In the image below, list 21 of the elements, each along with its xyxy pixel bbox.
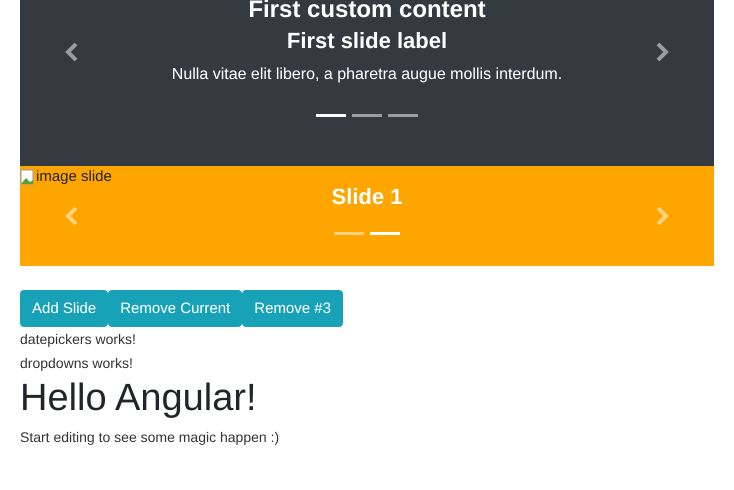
slide-indicator[interactable]	[370, 232, 400, 235]
status-message: dropdowns works!	[20, 354, 134, 373]
status-message: datepickers works!	[20, 330, 137, 349]
slide-indicator[interactable]	[334, 232, 364, 235]
action-button[interactable]: Remove Current	[108, 290, 242, 327]
image-alt-text: image slide	[36, 168, 112, 185]
slide-indicator[interactable]	[316, 114, 346, 117]
broken-image-icon	[20, 168, 36, 184]
chevron-right-icon	[655, 42, 669, 62]
page-heading: Hello Angular!	[20, 376, 258, 421]
slide-caption-title: Slide 1	[332, 183, 402, 211]
slide-caption-title: First slide label	[286, 27, 448, 55]
chevron-right-icon	[655, 206, 669, 226]
chevron-left-icon	[65, 42, 79, 62]
chevron-left-icon	[65, 206, 79, 226]
slide-indicator[interactable]	[388, 114, 418, 117]
slide-caption-text: Nulla vitae elit libero, a pharetra augue mollis interdum.	[172, 66, 562, 84]
action-button[interactable]: Remove #3	[242, 290, 343, 327]
slide-indicator[interactable]	[352, 114, 382, 117]
intro-text: Start editing to see some magic happen :)	[20, 429, 280, 445]
action-button[interactable]: Add Slide	[20, 290, 108, 327]
